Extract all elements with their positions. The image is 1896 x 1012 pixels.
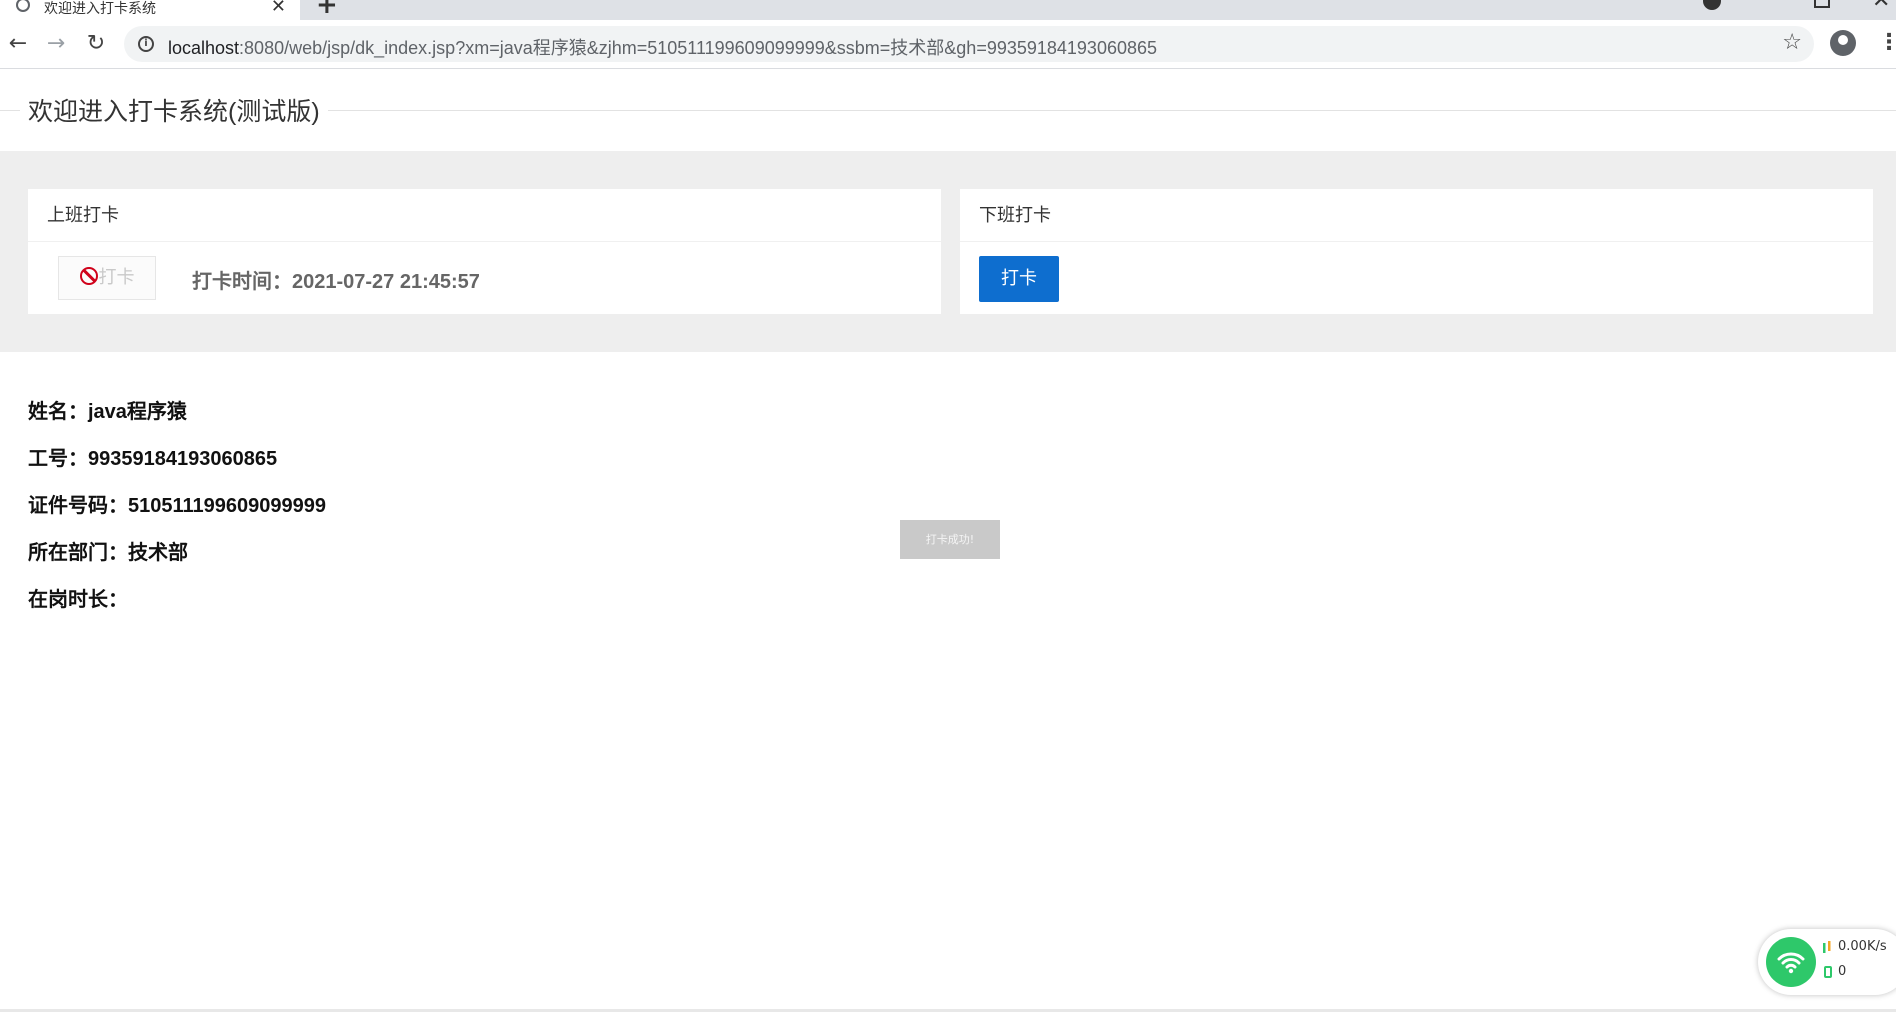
checkin-button-label: 打卡 <box>98 267 135 288</box>
more-menu-icon[interactable]: ⋮ <box>1878 30 1896 56</box>
employee-id-value: 99359184193060865 <box>88 448 278 470</box>
checkout-card: 下班打卡 打卡 <box>960 189 1873 314</box>
bookmark-star-icon[interactable]: ☆ <box>1782 30 1802 55</box>
globe-icon <box>16 0 30 12</box>
window-close-icon[interactable]: ✕ <box>1872 0 1890 13</box>
checkin-card: 上班打卡 打卡 打卡时间：2021-07-27 21:45:57 <box>28 189 941 314</box>
checkout-card-title: 下班打卡 <box>960 189 1873 242</box>
checkin-time-label: 打卡时间： <box>192 271 292 293</box>
profile-avatar-icon[interactable] <box>1830 30 1856 56</box>
url-path: :8080/web/jsp/dk_index.jsp?xm=java程序猿&zj… <box>239 38 1158 58</box>
reload-icon[interactable]: ↻ <box>84 32 108 56</box>
url-host: localhost <box>168 38 240 58</box>
wifi-icon <box>1766 937 1816 987</box>
page-title-row: 欢迎进入打卡系统(测试版) <box>0 88 1896 132</box>
maximize-icon[interactable] <box>1814 0 1830 8</box>
info-icon[interactable]: i <box>138 36 154 52</box>
info-employee-id: 工号：99359184193060865 <box>28 442 277 471</box>
tab-strip: 欢迎进入打卡系统 ✕ + ✕ <box>0 0 1896 20</box>
info-department: 所在部门：技术部 <box>28 536 188 565</box>
forward-icon[interactable]: → <box>44 32 68 56</box>
checkin-card-title: 上班打卡 <box>28 189 941 242</box>
extension-icon[interactable] <box>1703 0 1721 10</box>
connection-icon <box>1824 966 1832 978</box>
name-label: 姓名： <box>28 401 88 423</box>
close-tab-icon[interactable]: ✕ <box>271 0 286 17</box>
toast-message: 打卡成功! <box>900 520 1000 559</box>
speed-arrows-icon <box>1823 941 1831 953</box>
address-bar[interactable]: i localhost:8080/web/jsp/dk_index.jsp?xm… <box>124 26 1814 62</box>
connection-count: 0 <box>1838 964 1847 979</box>
page-title: 欢迎进入打卡系统(测试版) <box>20 92 328 128</box>
dept-label: 所在部门： <box>28 542 128 564</box>
cert-label: 证件号码： <box>28 495 128 517</box>
tab-title: 欢迎进入打卡系统 <box>44 1 156 17</box>
url-text[interactable]: localhost:8080/web/jsp/dk_index.jsp?xm=j… <box>168 34 1157 60</box>
new-tab-icon[interactable]: + <box>316 0 338 20</box>
dept-value: 技术部 <box>128 542 188 564</box>
checkout-button[interactable]: 打卡 <box>979 256 1059 302</box>
duration-label: 在岗时长： <box>28 589 128 611</box>
name-value: java程序猿 <box>88 401 187 423</box>
punch-panel: 上班打卡 打卡 打卡时间：2021-07-27 21:45:57 下班打卡 打卡 <box>0 151 1896 352</box>
browser-tab[interactable]: 欢迎进入打卡系统 ✕ <box>0 0 300 20</box>
info-name: 姓名：java程序猿 <box>28 395 187 424</box>
employee-id-label: 工号： <box>28 448 88 470</box>
network-speed: 0.00K/s <box>1838 939 1887 954</box>
back-icon[interactable]: ← <box>6 32 30 56</box>
cert-value: 510511199609099999 <box>128 495 327 517</box>
checkin-time-value: 2021-07-27 21:45:57 <box>292 271 480 293</box>
info-duration: 在岗时长： <box>28 583 128 612</box>
browser-toolbar: ← → ↻ i localhost:8080/web/jsp/dk_index.… <box>0 20 1896 69</box>
checkin-button-disabled[interactable]: 打卡 <box>58 256 156 300</box>
network-widget[interactable]: 0.00K/s 0 <box>1758 929 1896 995</box>
ban-icon <box>79 267 98 285</box>
checkin-time: 打卡时间：2021-07-27 21:45:57 <box>192 265 480 294</box>
info-cert-number: 证件号码：510511199609099999 <box>28 489 326 518</box>
